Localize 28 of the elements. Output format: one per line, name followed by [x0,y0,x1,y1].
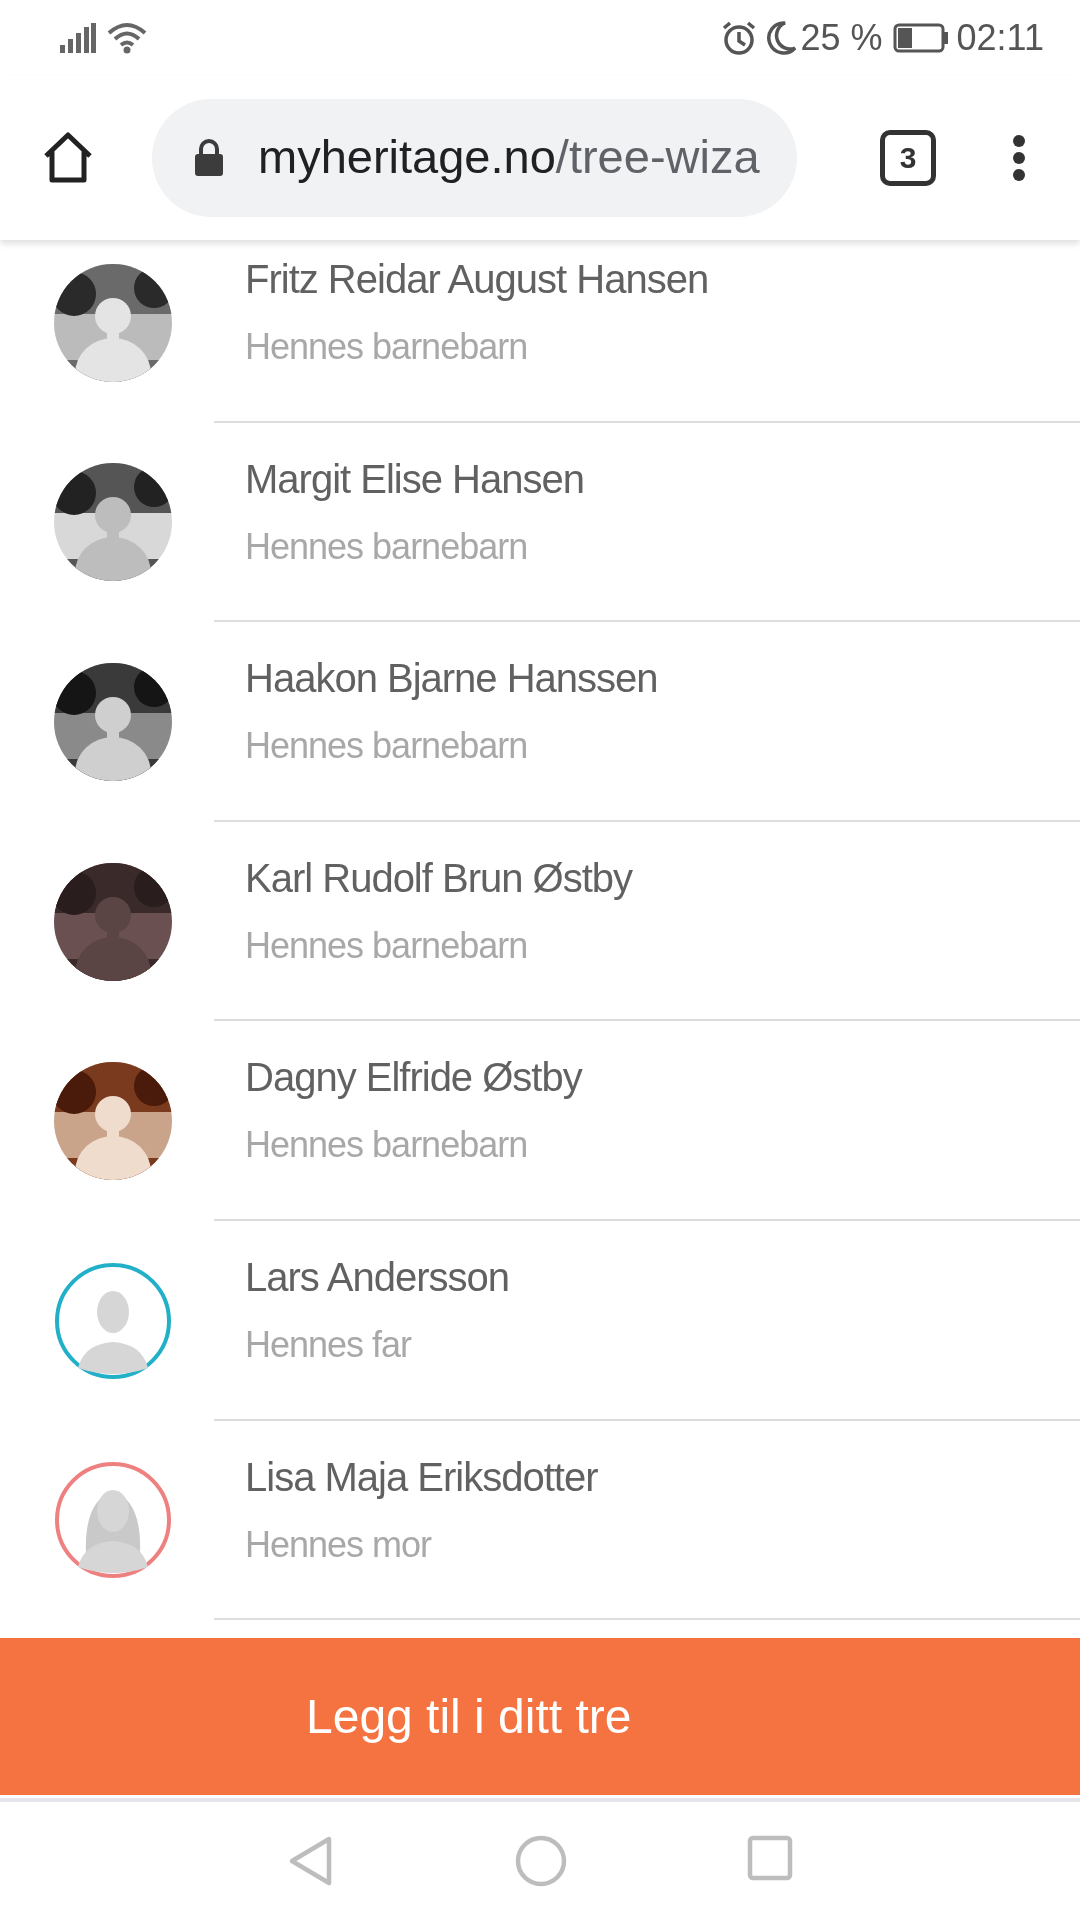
battery-text: 25 % [800,15,883,60]
relation-label: Hennes mor [245,1522,433,1567]
relation-label: Hennes barnebarn [245,1123,529,1168]
url-text: myheritage.no/tree-wiza [258,129,760,186]
battery-icon [892,22,949,53]
more-menu-icon [1012,133,1026,182]
wifi-icon [106,20,148,55]
person-name: Haakon Bjarne Hanssen [245,655,659,703]
relation-label: Hennes barnebarn [245,325,529,369]
home-circle-icon [515,1835,567,1887]
relation-label: Hennes barnebarn [245,923,529,968]
relation-label: Hennes barnebarn [245,724,529,769]
lock-icon [194,138,224,177]
recents-icon [747,1835,793,1881]
person-name: Dagny Elfride Østby [245,1054,584,1102]
clock-time: 02:11 [956,15,1044,60]
person-name: Karl Rudolf Brun Østby [245,854,634,902]
person-name: Lisa Maja Eriksdotter [245,1453,599,1501]
moon-icon [764,19,797,56]
address-bar[interactable]: myheritage.no/tree-wiza [152,98,797,217]
person-name: Margit Elise Hansen [245,455,585,503]
alarm-icon [720,19,757,56]
person-name: Lars Andersson [245,1253,510,1301]
relation-label: Hennes far [245,1322,413,1367]
relation-label: Hennes barnebarn [245,524,529,569]
signal-icon [60,22,96,53]
tab-count-button[interactable]: 3 [880,129,936,186]
person-name: Fritz Reidar August Hansen [245,256,710,303]
